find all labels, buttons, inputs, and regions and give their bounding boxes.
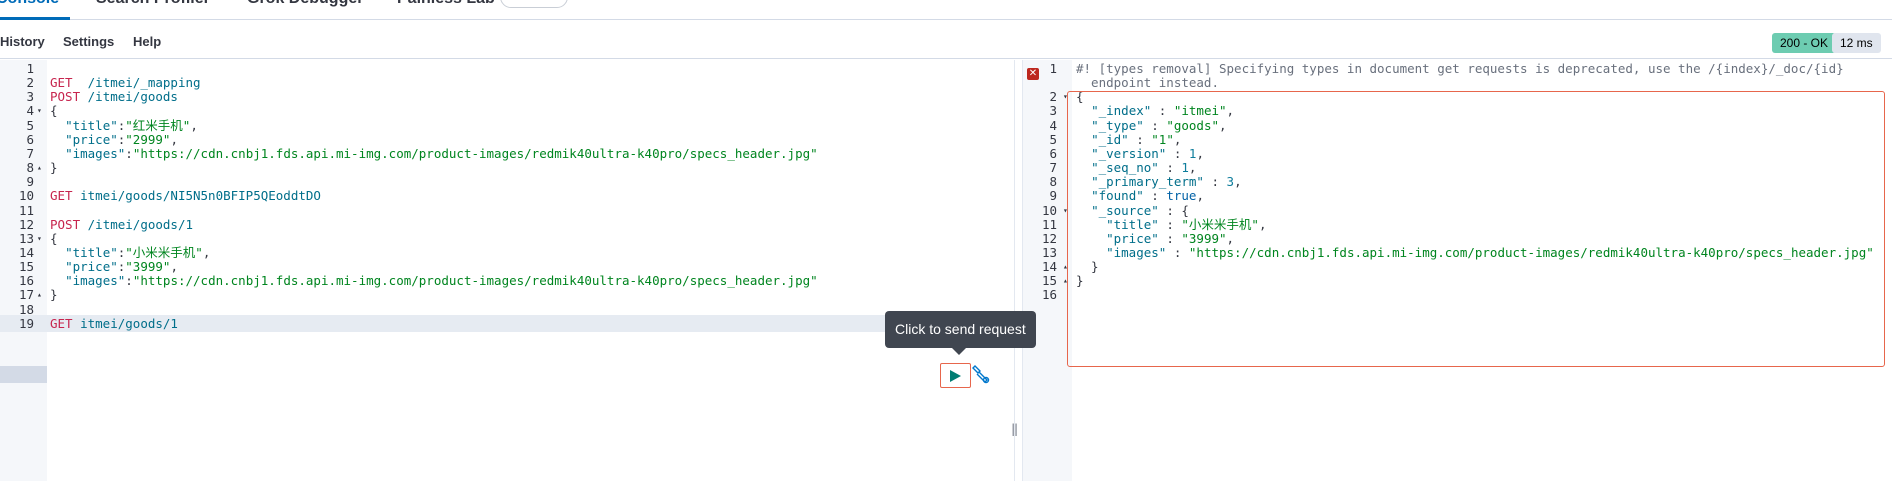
status-badge: 200 - OK <box>1772 33 1837 53</box>
warning-close-icon[interactable]: ✕ <box>1027 68 1039 80</box>
tab-grok-debugger[interactable]: Grok Debugger <box>247 0 363 18</box>
request-editor[interactable]: 1 2 GET /itmei/_mapping 3 POST /itmei/goods 4… <box>0 60 1014 481</box>
tab-search-profiler[interactable]: Search Profiler <box>96 0 210 18</box>
menu-history[interactable]: History <box>0 34 45 49</box>
top-tab-bar: Console Search Profiler Grok Debugger Pa… <box>0 0 1892 20</box>
send-request-button[interactable] <box>940 363 971 388</box>
line-number: 19 <box>18 315 34 331</box>
send-request-tooltip: Click to send request <box>885 311 1036 348</box>
pane-resizer[interactable] <box>1014 60 1023 481</box>
tab-painless-lab[interactable]: Painless Lab <box>397 0 495 18</box>
beta-badge <box>500 0 568 8</box>
wrench-icon[interactable] <box>972 364 990 384</box>
menu-settings[interactable]: Settings <box>63 34 114 49</box>
response-highlight-box <box>1067 91 1885 367</box>
line-text: GET itmei/goods/1 <box>50 315 178 331</box>
menu-help[interactable]: Help <box>133 34 161 49</box>
request-time-badge: 12 ms <box>1832 33 1881 53</box>
active-line-gutter <box>0 366 47 383</box>
play-icon <box>950 370 961 382</box>
line-number: 16 <box>1041 287 1057 303</box>
code-line: 19 GET itmei/goods/1 <box>0 314 1014 332</box>
tooltip-arrow <box>952 348 966 355</box>
tab-console[interactable]: Console <box>0 0 59 18</box>
console-menu-bar: History Settings Help <box>0 20 1892 59</box>
resize-grip-icon[interactable]: ‖ <box>1011 422 1018 436</box>
